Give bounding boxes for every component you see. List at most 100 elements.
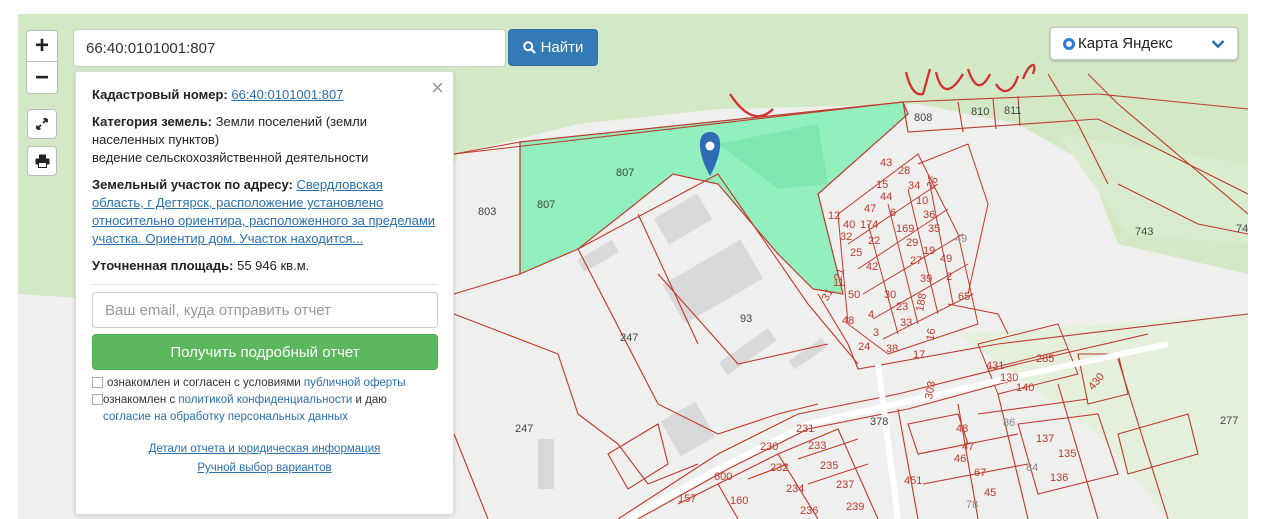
privacy-consent-checkbox[interactable] [92, 394, 103, 405]
svg-text:811: 811 [1004, 105, 1022, 117]
svg-text:49: 49 [940, 253, 952, 265]
svg-text:235: 235 [820, 460, 838, 472]
svg-text:157: 157 [678, 493, 696, 505]
print-button[interactable] [27, 146, 57, 176]
area-label: Уточненная площадь: [92, 258, 234, 273]
svg-text:33: 33 [900, 317, 912, 329]
cadastral-number-row: Кадастровый номер: 66:40:0101001:807 [92, 86, 437, 104]
svg-text:84: 84 [1026, 462, 1038, 474]
privacy-consent-mid: и даю [355, 394, 387, 406]
zoom-out-button[interactable]: − [26, 62, 58, 94]
svg-text:24: 24 [858, 341, 870, 353]
svg-text:378: 378 [870, 416, 888, 428]
svg-text:43: 43 [880, 157, 892, 169]
svg-text:28: 28 [898, 165, 910, 177]
svg-text:4: 4 [868, 309, 874, 321]
svg-text:10: 10 [916, 195, 928, 207]
svg-text:25: 25 [850, 247, 862, 259]
svg-text:6: 6 [890, 207, 896, 219]
personal-data-consent-link[interactable]: согласие на обработку персональных данны… [103, 411, 348, 423]
svg-text:46: 46 [954, 453, 966, 465]
svg-text:277: 277 [1220, 415, 1238, 427]
svg-text:32: 32 [840, 231, 852, 243]
search-button[interactable]: Найти [508, 29, 598, 66]
svg-text:38: 38 [886, 343, 898, 355]
svg-text:45: 45 [984, 487, 996, 499]
area-value: 55 946 кв.м. [237, 258, 310, 273]
svg-text:39: 39 [920, 273, 932, 285]
svg-text:2: 2 [946, 271, 952, 283]
svg-text:808: 808 [914, 112, 932, 124]
email-field[interactable] [92, 292, 438, 328]
svg-text:137: 137 [1036, 433, 1054, 445]
svg-text:431: 431 [986, 360, 1004, 372]
footer-links: Детали отчета и юридическая информация Р… [92, 440, 437, 478]
svg-text:233: 233 [808, 440, 826, 452]
svg-text:247: 247 [620, 332, 638, 344]
svg-text:50: 50 [848, 289, 860, 301]
svg-text:35: 35 [928, 223, 940, 235]
parcel-info-panel: × Кадастровый номер: 66:40:0101001:807 К… [75, 71, 454, 515]
svg-text:17: 17 [913, 349, 925, 361]
svg-text:47: 47 [962, 441, 974, 453]
public-offer-link[interactable]: публичной оферты [304, 377, 406, 389]
search-button-label: Найти [540, 39, 584, 56]
get-report-button[interactable]: Получить подробный отчет [92, 334, 438, 370]
print-icon [35, 154, 49, 168]
area-row: Уточненная площадь: 55 946 кв.м. [92, 257, 437, 275]
map-layer-label: Карта Яндекс [1078, 35, 1173, 52]
report-details-link[interactable]: Детали отчета и юридическая информация [92, 440, 437, 459]
svg-text:3: 3 [873, 327, 879, 339]
privacy-consent-row: ознакомлен с политикой конфиденциальност… [92, 392, 437, 426]
svg-text:23: 23 [896, 301, 908, 313]
land-category-row: Категория земель: Земли поселений (земли… [92, 113, 437, 167]
svg-text:65: 65 [958, 291, 970, 303]
svg-text:237: 237 [836, 479, 854, 491]
svg-text:600: 600 [714, 471, 732, 483]
cadastral-search-input[interactable] [73, 29, 506, 67]
svg-text:285: 285 [1036, 353, 1054, 365]
svg-text:136: 136 [1050, 472, 1068, 484]
land-category-label: Категория земель: [92, 114, 213, 129]
radio-selected-icon [1063, 37, 1075, 50]
address-label: Земельный участок по адресу: [92, 177, 293, 192]
privacy-policy-link[interactable]: политикой конфиденциальности [178, 394, 352, 406]
svg-text:234: 234 [786, 483, 804, 495]
cadastral-number-label: Кадастровый номер: [92, 87, 228, 102]
svg-text:236: 236 [800, 505, 818, 517]
land-use-value: ведение сельскохозяйственной деятельност… [92, 150, 369, 165]
svg-text:807: 807 [616, 167, 634, 179]
close-icon[interactable]: × [431, 77, 444, 99]
svg-text:93: 93 [740, 313, 752, 325]
zoom-in-button[interactable]: + [26, 30, 58, 62]
svg-text:451: 451 [904, 475, 922, 487]
svg-text:174: 174 [860, 219, 878, 231]
svg-text:47: 47 [864, 203, 876, 215]
offer-consent-checkbox[interactable] [92, 377, 103, 388]
svg-text:140: 140 [1016, 382, 1034, 394]
svg-text:78: 78 [966, 499, 978, 511]
svg-text:22: 22 [868, 235, 880, 247]
svg-text:67: 67 [974, 467, 986, 479]
svg-text:40: 40 [843, 219, 855, 231]
svg-text:807: 807 [537, 199, 555, 211]
cadastral-number-link[interactable]: 66:40:0101001:807 [231, 87, 343, 102]
privacy-consent-text: ознакомлен с [103, 394, 176, 406]
map-view[interactable]: 807 807 803 808 810 811 743 74 247 247 9… [18, 14, 1248, 519]
svg-text:743: 743 [1135, 226, 1153, 238]
svg-text:16: 16 [924, 327, 938, 341]
map-layer-select[interactable]: Карта Яндекс [1050, 27, 1238, 60]
svg-text:30: 30 [884, 289, 896, 301]
address-row: Земельный участок по адресу: Свердловска… [92, 176, 437, 248]
svg-text:74: 74 [1236, 223, 1248, 235]
fullscreen-button[interactable] [27, 109, 57, 139]
manual-selection-link[interactable]: Ручной выбор вариантов [92, 459, 437, 478]
svg-text:86: 86 [1003, 417, 1015, 429]
svg-text:135: 135 [1058, 448, 1076, 460]
svg-text:44: 44 [880, 191, 892, 203]
offer-consent-row: ознакомлен и согласен с условиями публич… [92, 375, 437, 392]
svg-text:231: 231 [796, 423, 814, 435]
search-icon [522, 41, 536, 54]
svg-text:48: 48 [842, 315, 854, 327]
chevron-down-icon [1211, 39, 1225, 48]
